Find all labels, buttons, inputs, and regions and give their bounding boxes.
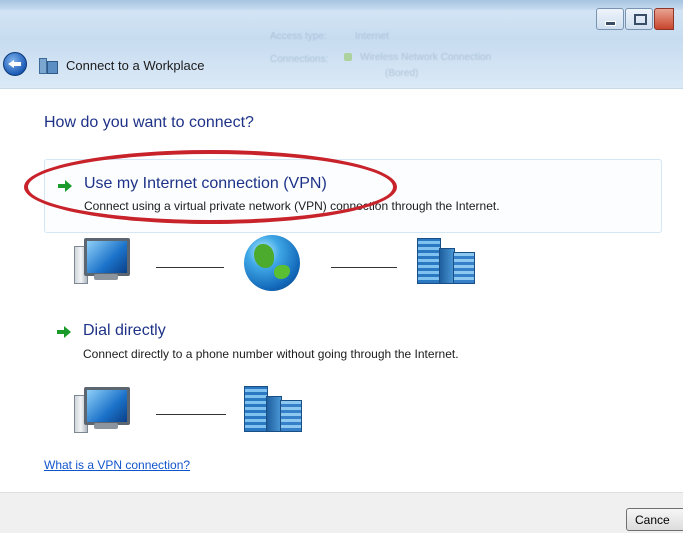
green-arrow-icon bbox=[57, 326, 71, 338]
title-bar: Access type: Internet Connections: Wirel… bbox=[0, 0, 683, 89]
background-access-type-label: Access type: bbox=[270, 31, 327, 42]
background-connections-sub: (Bored) bbox=[385, 68, 419, 79]
connection-line bbox=[331, 267, 397, 268]
dial-option-title: Dial directly bbox=[83, 322, 166, 339]
background-access-type-value: Internet bbox=[355, 31, 389, 42]
connection-line bbox=[156, 414, 226, 415]
window-title: Connect to a Workplace bbox=[66, 58, 205, 73]
dial-option-description: Connect directly to a phone number witho… bbox=[83, 347, 459, 361]
annotation-circle bbox=[24, 150, 397, 224]
cancel-button[interactable]: Cance bbox=[626, 508, 683, 531]
computer-icon bbox=[74, 387, 130, 435]
office-building-icon bbox=[417, 238, 475, 284]
computer-icon bbox=[74, 238, 130, 286]
globe-icon bbox=[244, 235, 300, 291]
office-building-icon bbox=[244, 386, 302, 432]
connection-line bbox=[156, 267, 224, 268]
window-frame-edge bbox=[0, 0, 683, 10]
close-button[interactable] bbox=[654, 8, 674, 30]
background-connections-value: Wireless Network Connection bbox=[360, 52, 492, 63]
back-button[interactable] bbox=[3, 52, 27, 76]
page-heading: How do you want to connect? bbox=[44, 114, 254, 131]
dial-directly-option[interactable]: Dial directly Connect directly to a phon… bbox=[44, 317, 660, 371]
workplace-icon bbox=[39, 56, 58, 74]
vpn-help-link[interactable]: What is a VPN connection? bbox=[44, 458, 190, 472]
maximize-button[interactable] bbox=[625, 8, 653, 30]
minimize-button[interactable] bbox=[596, 8, 624, 30]
background-connections-label: Connections: bbox=[270, 54, 329, 65]
footer-bar: Cance bbox=[0, 492, 683, 533]
signal-icon bbox=[344, 53, 352, 61]
window-controls bbox=[596, 8, 675, 30]
